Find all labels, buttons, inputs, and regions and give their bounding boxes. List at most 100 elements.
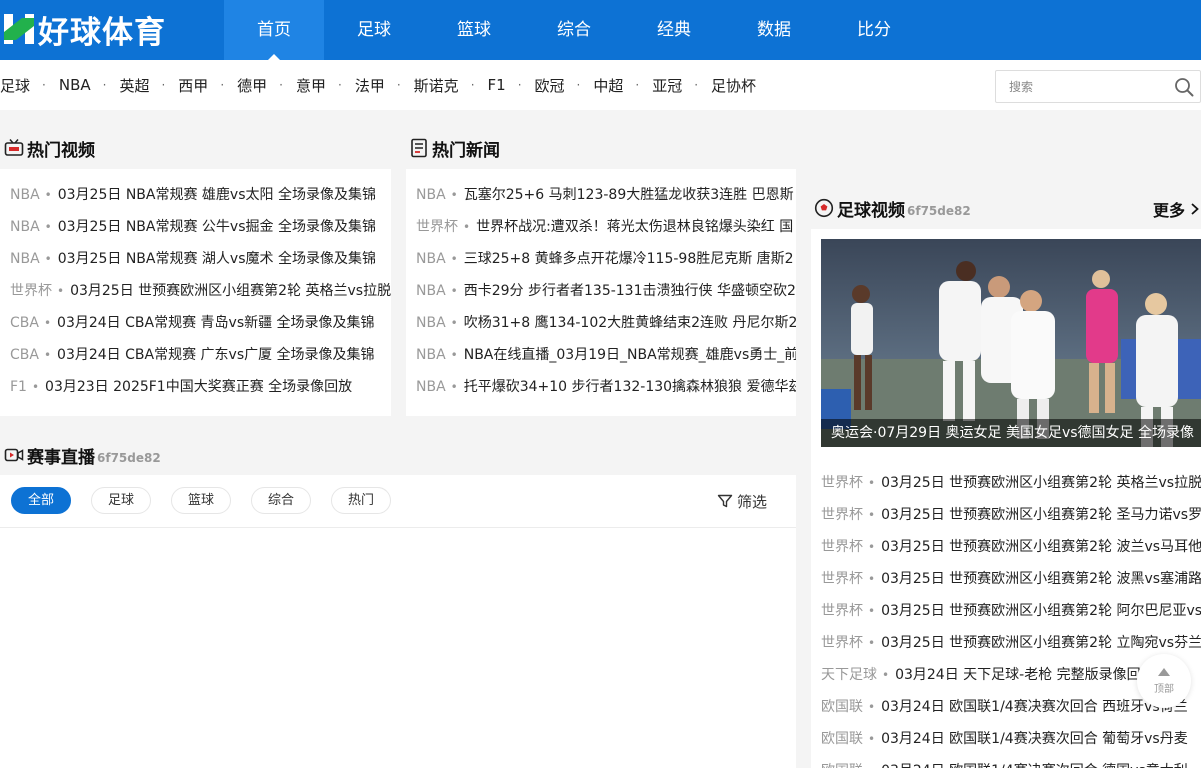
- filter-button[interactable]: 筛选: [717, 489, 767, 513]
- search-input[interactable]: [996, 71, 1161, 102]
- sub-nav-bar: 足球 · NBA · 英超 · 西甲 · 德甲 · 意甲 · 法甲 · 斯诺克 · F1 · 欧冠 · 中超 · 亚冠 · 足协…: [0, 60, 1201, 110]
- nav-data[interactable]: 数据: [724, 0, 824, 60]
- item-title: 西卡29分 步行者者135-131击溃独行侠 华盛顿空砍2: [463, 283, 796, 299]
- item-category: NBA: [416, 347, 446, 363]
- live-tab-basketball[interactable]: 篮球: [171, 487, 231, 514]
- sub-nav-item[interactable]: 英超: [119, 75, 149, 96]
- list-item[interactable]: 世界杯 • 03月25日 世预赛欧洲区小组赛第2轮 波兰vs马耳他: [811, 531, 1201, 563]
- item-category: NBA: [416, 283, 446, 299]
- bullet-dot: •: [868, 540, 876, 554]
- sub-nav-item[interactable]: 亚冠: [652, 75, 682, 96]
- list-item[interactable]: NBA • 托平爆砍34+10 步行者132-130擒森林狼狼 爱德华兹: [406, 371, 796, 403]
- item-category: NBA: [416, 251, 446, 267]
- item-title: 03月24日 欧国联1/4赛决赛次回合 葡萄牙vs丹麦: [881, 731, 1188, 747]
- item-category: 世界杯: [416, 219, 458, 235]
- sub-nav-separator: ·: [635, 78, 640, 92]
- list-item[interactable]: CBA • 03月24日 CBA常规赛 广东vs广厦 全场录像及集锦: [0, 339, 391, 371]
- list-item[interactable]: NBA • 西卡29分 步行者者135-131击溃独行侠 华盛顿空砍2: [406, 275, 796, 307]
- sub-nav-separator: ·: [42, 78, 46, 92]
- video-camera-icon: [4, 448, 24, 462]
- sub-nav-item[interactable]: 西甲: [178, 75, 208, 96]
- list-item[interactable]: 欧国联 • 03月24日 欧国联1/4赛决赛次回合 葡萄牙vs丹麦: [811, 723, 1201, 755]
- sub-nav-item[interactable]: 足球: [0, 75, 30, 96]
- list-item[interactable]: 欧国联 • 03月24日 欧国联1/4赛决赛次回合 德国vs意大利: [811, 755, 1201, 768]
- arrow-up-icon: [1158, 668, 1170, 676]
- tv-icon: [4, 139, 24, 156]
- item-category: 世界杯: [821, 507, 863, 523]
- list-item[interactable]: 世界杯 • 03月25日 世预赛欧洲区小组赛第2轮 英格兰vs拉脱维亚: [811, 467, 1201, 499]
- list-item[interactable]: NBA • 瓦塞尔25+6 马刺123-89大胜猛龙收获3连胜 巴恩斯: [406, 179, 796, 211]
- sub-nav-item[interactable]: 意甲: [296, 75, 326, 96]
- sub-nav-item[interactable]: 欧冠: [535, 75, 565, 96]
- nav-basketball[interactable]: 篮球: [424, 0, 524, 60]
- feature-video[interactable]: 奥运会·07月29日 奥运女足 美国女足vs德国女足 全场录像: [821, 239, 1201, 447]
- nav-comprehensive[interactable]: 综合: [524, 0, 624, 60]
- item-title: NBA在线直播_03月19日_NBA常规赛_雄鹿vs勇士_前: [463, 347, 796, 363]
- sub-nav-item[interactable]: 足协杯: [711, 75, 756, 96]
- football-videos-hash: 6f75de82: [907, 203, 971, 218]
- item-category: 世界杯: [821, 571, 863, 587]
- list-item[interactable]: 世界杯 • 世界杯战况:遭双杀！蒋光太伤退林良铭爆头染红 国: [406, 211, 796, 243]
- list-item[interactable]: NBA • 吹杨31+8 鹰134-102大胜黄蜂结束2连败 丹尼尔斯2: [406, 307, 796, 339]
- bullet-dot: •: [868, 604, 876, 618]
- back-to-top-label: 顶部: [1154, 684, 1174, 695]
- list-item[interactable]: NBA • NBA在线直播_03月19日_NBA常规赛_雄鹿vs勇士_前: [406, 339, 796, 371]
- live-tab-comprehensive[interactable]: 综合: [251, 487, 311, 514]
- search-icon[interactable]: [1174, 77, 1194, 97]
- hot-videos-list: NBA • 03月25日 NBA常规赛 雄鹿vs太阳 全场录像及集锦 NBA • 03月2…: [0, 169, 391, 403]
- sub-nav-separator: ·: [694, 78, 699, 92]
- list-item[interactable]: NBA • 03月25日 NBA常规赛 雄鹿vs太阳 全场录像及集锦: [0, 179, 391, 211]
- list-item[interactable]: 世界杯 • 03月25日 世预赛欧洲区小组赛第2轮 立陶宛vs芬兰: [811, 627, 1201, 659]
- bullet-dot: •: [868, 508, 876, 522]
- nav-scores[interactable]: 比分: [824, 0, 924, 60]
- item-category: NBA: [10, 219, 40, 235]
- bullet-dot: •: [868, 572, 876, 586]
- football-videos-title: 足球视频: [837, 200, 905, 221]
- more-link[interactable]: 更多: [1153, 197, 1201, 221]
- list-item[interactable]: 世界杯 • 03月25日 世预赛欧洲区小组赛第2轮 圣马力诺vs罗马尼亚: [811, 499, 1201, 531]
- bullet-dot: •: [463, 220, 471, 234]
- live-tab-all[interactable]: 全部: [11, 487, 71, 514]
- item-title: 03月24日 天下足球-老枪 完整版录像回放: [895, 667, 1155, 683]
- list-item[interactable]: 世界杯 • 03月25日 世预赛欧洲区小组赛第2轮 波黑vs塞浦路斯: [811, 563, 1201, 595]
- back-to-top-button[interactable]: 顶部: [1137, 654, 1191, 708]
- sub-nav-item[interactable]: F1: [488, 76, 506, 94]
- sub-nav-item[interactable]: 中超: [593, 75, 623, 96]
- site-logo[interactable]: 好球体育: [2, 8, 166, 51]
- live-tab-hot[interactable]: 热门: [331, 487, 391, 514]
- nav-home[interactable]: 首页: [224, 0, 324, 60]
- hot-news-title: 热门新闻: [432, 140, 500, 161]
- list-item[interactable]: CBA • 03月24日 CBA常规赛 青岛vs新疆 全场录像及集锦: [0, 307, 391, 339]
- list-item[interactable]: NBA • 03月25日 NBA常规赛 湖人vs魔术 全场录像及集锦: [0, 243, 391, 275]
- logo-h-icon: [4, 14, 34, 44]
- sub-nav-separator: ·: [576, 78, 581, 92]
- sub-nav-item[interactable]: 德甲: [237, 75, 267, 96]
- list-item[interactable]: NBA • 03月25日 NBA常规赛 公牛vs掘金 全场录像及集锦: [0, 211, 391, 243]
- feature-caption: 奥运会·07月29日 奥运女足 美国女足vs德国女足 全场录像: [821, 419, 1201, 447]
- list-item[interactable]: 世界杯 • 03月25日 世预赛欧洲区小组赛第2轮 英格兰vs拉脱维亚: [0, 275, 391, 307]
- item-category: 世界杯: [821, 635, 863, 651]
- item-title: 03月25日 世预赛欧洲区小组赛第2轮 立陶宛vs芬兰: [881, 635, 1201, 651]
- bullet-dot: •: [44, 252, 52, 266]
- nav-football[interactable]: 足球: [324, 0, 424, 60]
- nav-classic[interactable]: 经典: [624, 0, 724, 60]
- bullet-dot: •: [43, 316, 52, 330]
- sub-nav-item[interactable]: NBA: [59, 76, 91, 94]
- hot-news-panel: NBA • 瓦塞尔25+6 马刺123-89大胜猛龙收获3连胜 巴恩斯 世界杯 • 世界杯…: [406, 169, 796, 416]
- item-title: 03月25日 世预赛欧洲区小组赛第2轮 波兰vs马耳他: [881, 539, 1201, 555]
- bullet-dot: •: [868, 732, 876, 746]
- list-item[interactable]: 世界杯 • 03月25日 世预赛欧洲区小组赛第2轮 阿尔巴尼亚vs安道尔: [811, 595, 1201, 627]
- item-title: 03月25日 世预赛欧洲区小组赛第2轮 圣马力诺vs罗马尼亚: [881, 507, 1201, 523]
- list-item[interactable]: F1 • 03月23日 2025F1中国大奖赛正赛 全场录像回放: [0, 371, 391, 403]
- top-header: 好球体育 首页 足球 篮球 综合 经典 数据 比分: [0, 0, 1201, 60]
- sub-nav-item[interactable]: 法甲: [355, 75, 385, 96]
- filter-label: 筛选: [737, 492, 768, 511]
- live-panel: 全部 足球 篮球 综合 热门 筛选: [0, 475, 796, 768]
- feature-thumbnail: [821, 239, 1201, 447]
- live-hash: 6f75de82: [97, 450, 161, 465]
- sub-nav-item[interactable]: 斯诺克: [414, 75, 459, 96]
- more-label: 更多: [1153, 201, 1186, 220]
- bullet-dot: •: [882, 668, 890, 682]
- list-item[interactable]: NBA • 三球25+8 黄蜂多点开花爆冷115-98胜尼克斯 唐斯2: [406, 243, 796, 275]
- live-tab-football[interactable]: 足球: [91, 487, 151, 514]
